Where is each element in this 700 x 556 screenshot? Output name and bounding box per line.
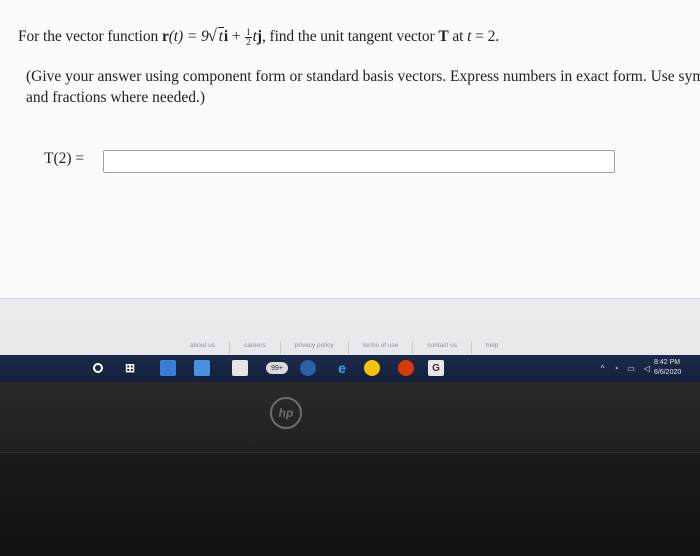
- notification-badge[interactable]: 99+: [266, 362, 288, 374]
- clock-date: 6/6/2020: [654, 369, 682, 376]
- instructions-line-1: (Give your answer using component form o…: [26, 68, 700, 85]
- question-text: For the vector function r(t) = 9ti + 12t…: [18, 26, 700, 47]
- battery-icon[interactable]: ▭: [627, 364, 635, 373]
- edge-browser-icon[interactable]: e: [334, 360, 350, 376]
- file-explorer-icon[interactable]: [160, 360, 176, 376]
- system-clock[interactable]: 8:42 PM 6/6/2020: [654, 358, 696, 378]
- footer-link-terms[interactable]: terms of use: [363, 342, 414, 354]
- footer-link-privacy[interactable]: privacy policy: [295, 342, 349, 354]
- vector-T: T: [438, 28, 449, 46]
- question-panel: For the vector function r(t) = 9ti + 12t…: [0, 0, 700, 299]
- answer-input[interactable]: [103, 150, 615, 173]
- chevron-up-icon[interactable]: ^: [601, 364, 605, 373]
- footer-link-careers[interactable]: careers: [244, 342, 281, 354]
- app-tile-icon[interactable]: [194, 360, 210, 376]
- r-argument: (t) = 9: [168, 28, 209, 46]
- monitor-screen: For the vector function r(t) = 9ti + 12t…: [0, 0, 700, 382]
- network-icon[interactable]: ◔: [613, 364, 618, 373]
- windows-taskbar: ⊞ 99+ e G ^ ◔ ▭ ◁ 8:42 PM 6/6/2020: [0, 355, 700, 382]
- vector-r: r: [161, 28, 169, 46]
- office-icon[interactable]: [398, 360, 414, 376]
- search-tile-icon[interactable]: G: [428, 360, 444, 376]
- clock-time: 8:42 PM: [654, 359, 681, 366]
- footer-link-about[interactable]: about us: [190, 342, 230, 354]
- footer-link-contact[interactable]: contact us: [427, 342, 473, 354]
- volume-icon[interactable]: ◁: [644, 364, 650, 373]
- footer-link-help[interactable]: help: [486, 342, 512, 354]
- start-button-icon[interactable]: [90, 360, 106, 376]
- square-root: t: [208, 26, 224, 46]
- hp-logo: hp: [270, 397, 302, 429]
- footer-links: about us careers privacy policy terms of…: [190, 342, 512, 354]
- store-icon[interactable]: [232, 360, 248, 376]
- fraction-one-half: 12: [245, 27, 252, 47]
- task-view-icon[interactable]: ⊞: [122, 360, 138, 376]
- answer-label: T(2) =: [44, 150, 85, 167]
- answer-instructions: (Give your answer using component form o…: [26, 66, 700, 108]
- instructions-line-2: and fractions where needed.): [26, 89, 206, 106]
- settings-icon[interactable]: [300, 360, 316, 376]
- chrome-icon[interactable]: [364, 360, 380, 376]
- laptop-hinge: [0, 452, 700, 556]
- system-tray: ^ ◔ ▭ ◁: [601, 364, 650, 373]
